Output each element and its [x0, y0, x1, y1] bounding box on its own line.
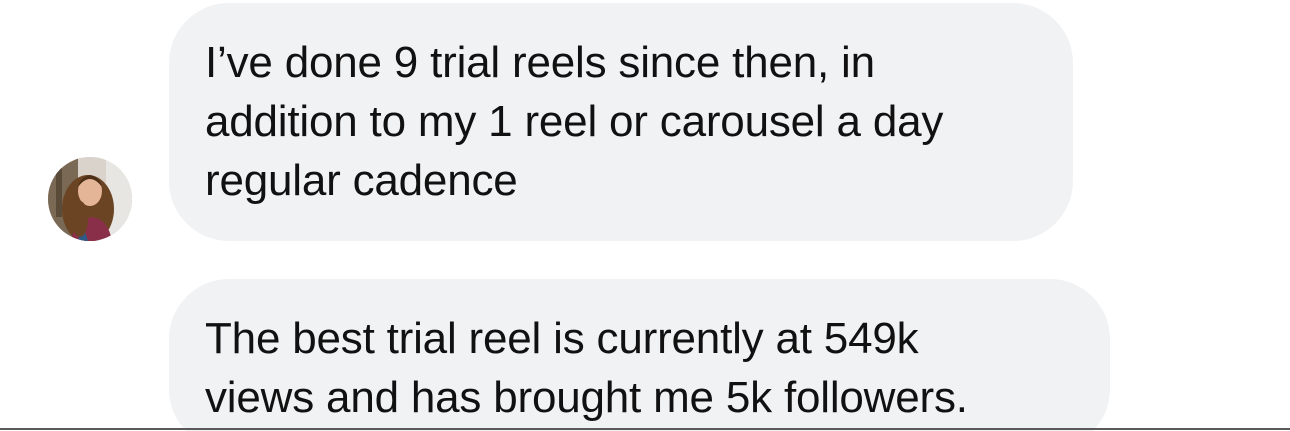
message-bubble-1[interactable]: I’ve done 9 trial reels since then, in a… [169, 3, 1073, 241]
chat-thread: I’ve done 9 trial reels since then, in a… [0, 0, 1290, 431]
message-text-line: views and has brought me 5k followers. [205, 373, 968, 422]
message-bubble-2[interactable]: The best trial reel is currently at 549k… [169, 279, 1110, 431]
message-text-line: The best trial reel is currently at 549k [205, 314, 919, 363]
bottom-divider [0, 428, 1290, 430]
message-text-line: addition to my 1 reel or carousel a day [205, 97, 944, 146]
avatar-photo-icon [48, 157, 132, 241]
sender-avatar[interactable] [48, 157, 132, 241]
message-text-line: I’ve done 9 trial reels since then, in [205, 38, 875, 87]
message-text-line: regular cadence [205, 156, 518, 205]
